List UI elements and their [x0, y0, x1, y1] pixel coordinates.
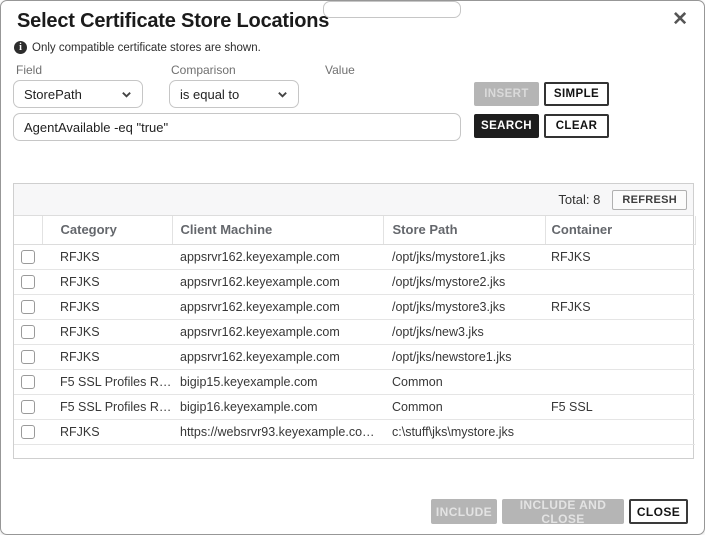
value-label: Value	[325, 63, 355, 77]
table-row: RFJKS appsrvr162.keyexample.com /opt/jks…	[14, 319, 695, 344]
cell-client-machine: https://websrvr93.keyexample.com:5986	[172, 419, 383, 444]
grid-toolbar: Total: 8 REFRESH	[14, 184, 693, 216]
cell-container: RFJKS	[545, 244, 695, 269]
cell-category: RFJKS	[42, 294, 172, 319]
cell-container	[545, 269, 695, 294]
results-grid: Total: 8 REFRESH Category Client Machine…	[13, 183, 694, 459]
cell-client-machine: appsrvr162.keyexample.com	[172, 319, 383, 344]
simple-button[interactable]: SIMPLE	[544, 82, 609, 106]
cell-store-path: /opt/jks/mystore3.jks	[383, 294, 545, 319]
total-count: Total: 8	[558, 192, 600, 207]
cell-store-path: /opt/jks/new3.jks	[383, 319, 545, 344]
cell-store-path: c:\stuff\jks\mystore.jks	[383, 419, 545, 444]
table-row: RFJKS appsrvr162.keyexample.com /opt/jks…	[14, 244, 695, 269]
cell-category: RFJKS	[42, 344, 172, 369]
cell-container: F5 SSL	[545, 394, 695, 419]
row-checkbox[interactable]	[21, 250, 35, 264]
column-header-store-path: Store Path	[383, 216, 545, 244]
cell-container	[545, 344, 695, 369]
cell-category: F5 SSL Profiles RE…	[42, 369, 172, 394]
cell-category: F5 SSL Profiles RE…	[42, 394, 172, 419]
field-label: Field	[16, 63, 42, 77]
clear-button[interactable]: CLEAR	[544, 114, 609, 138]
row-checkbox[interactable]	[21, 425, 35, 439]
select-certificate-store-dialog: Select Certificate Store Locations ✕ i O…	[0, 0, 705, 535]
query-input[interactable]	[13, 113, 461, 141]
comparison-label: Comparison	[171, 63, 236, 77]
chevron-down-icon	[121, 89, 132, 100]
cell-container	[545, 319, 695, 344]
row-checkbox[interactable]	[21, 375, 35, 389]
cell-client-machine: appsrvr162.keyexample.com	[172, 294, 383, 319]
cell-client-machine: appsrvr162.keyexample.com	[172, 244, 383, 269]
row-checkbox[interactable]	[21, 400, 35, 414]
info-icon: i	[14, 41, 27, 54]
table-row: F5 SSL Profiles RE… bigip15.keyexample.c…	[14, 369, 695, 394]
cell-container	[545, 419, 695, 444]
dialog-title: Select Certificate Store Locations	[17, 10, 329, 33]
table-row: RFJKS appsrvr162.keyexample.com /opt/jks…	[14, 269, 695, 294]
cell-container: RFJKS	[545, 294, 695, 319]
table-row: RFJKS appsrvr162.keyexample.com /opt/jks…	[14, 344, 695, 369]
field-select[interactable]: StorePath	[13, 80, 143, 108]
table-row: RFJKS https://websrvr93.keyexample.com:5…	[14, 419, 695, 444]
column-header-category: Category	[42, 216, 172, 244]
row-checkbox[interactable]	[21, 350, 35, 364]
cell-store-path: /opt/jks/newstore1.jks	[383, 344, 545, 369]
column-header-container: Container	[545, 216, 695, 244]
cell-client-machine: bigip16.keyexample.com	[172, 394, 383, 419]
cell-client-machine: appsrvr162.keyexample.com	[172, 269, 383, 294]
row-checkbox[interactable]	[21, 325, 35, 339]
include-and-close-button[interactable]: INCLUDE AND CLOSE	[502, 499, 624, 524]
cell-store-path: Common	[383, 394, 545, 419]
cell-category: RFJKS	[42, 269, 172, 294]
cell-store-path: Common	[383, 369, 545, 394]
cell-category: RFJKS	[42, 419, 172, 444]
include-button[interactable]: INCLUDE	[431, 499, 497, 524]
select-column-header	[14, 216, 42, 244]
comparison-select[interactable]: is equal to	[169, 80, 299, 108]
cell-container	[545, 369, 695, 394]
info-text: Only compatible certificate stores are s…	[32, 42, 261, 54]
field-select-value: StorePath	[24, 87, 82, 102]
cell-client-machine: appsrvr162.keyexample.com	[172, 344, 383, 369]
table-row: RFJKS appsrvr162.keyexample.com /opt/jks…	[14, 294, 695, 319]
row-checkbox[interactable]	[21, 300, 35, 314]
refresh-button[interactable]: REFRESH	[612, 190, 687, 210]
comparison-select-value: is equal to	[180, 87, 239, 102]
insert-button[interactable]: INSERT	[474, 82, 539, 106]
cell-store-path: /opt/jks/mystore2.jks	[383, 269, 545, 294]
value-input[interactable]	[323, 1, 461, 18]
table-row: F5 SSL Profiles RE… bigip16.keyexample.c…	[14, 394, 695, 419]
row-checkbox[interactable]	[21, 275, 35, 289]
info-banner: i Only compatible certificate stores are…	[14, 41, 261, 54]
cell-client-machine: bigip15.keyexample.com	[172, 369, 383, 394]
search-button[interactable]: SEARCH	[474, 114, 539, 138]
table-header-row: Category Client Machine Store Path Conta…	[14, 216, 695, 244]
close-button[interactable]: CLOSE	[629, 499, 688, 524]
close-icon[interactable]: ✕	[672, 9, 688, 31]
column-header-client-machine: Client Machine	[172, 216, 383, 244]
cell-category: RFJKS	[42, 244, 172, 269]
cell-store-path: /opt/jks/mystore1.jks	[383, 244, 545, 269]
chevron-down-icon	[277, 89, 288, 100]
certificate-store-table: Category Client Machine Store Path Conta…	[14, 216, 696, 445]
cell-category: RFJKS	[42, 319, 172, 344]
